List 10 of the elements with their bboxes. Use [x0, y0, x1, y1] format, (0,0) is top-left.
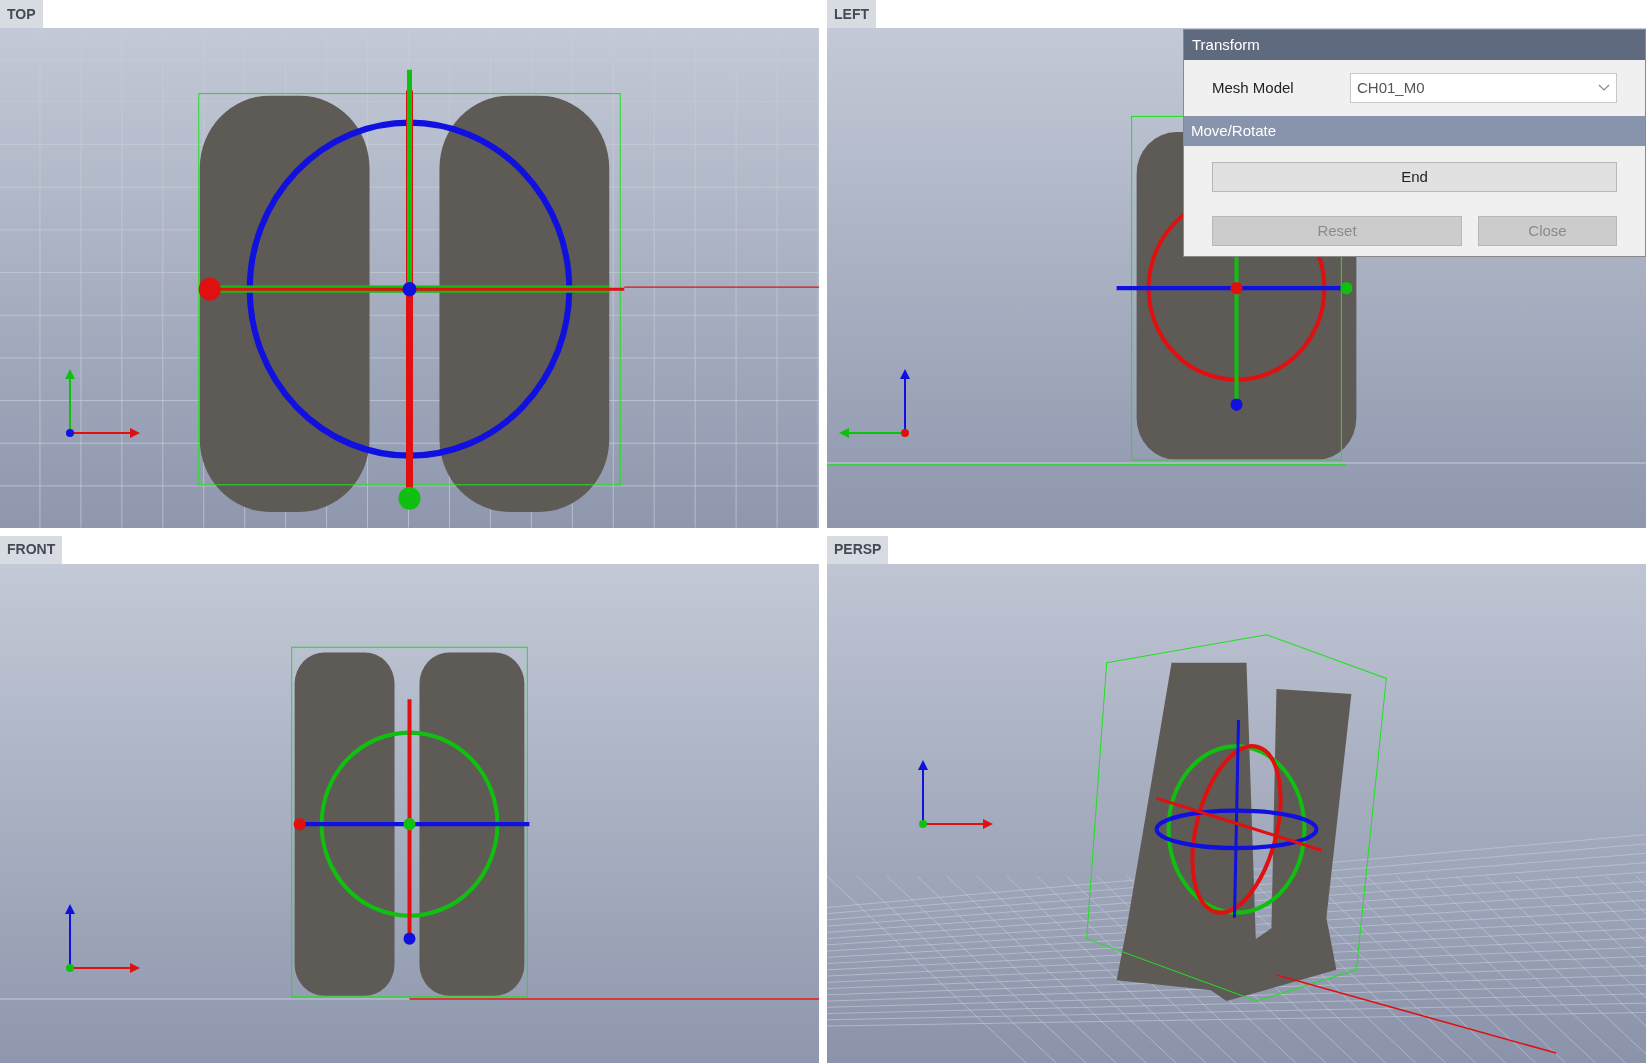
panel-button[interactable]: End	[1212, 162, 1617, 192]
chevron-down-icon	[1598, 84, 1610, 92]
viewport-label[interactable]: PERSP	[827, 535, 889, 564]
panel-title: Transform	[1192, 34, 1260, 55]
section-header: Move/Rotate	[1191, 120, 1277, 141]
mesh-model-dropdown[interactable]: CH01_M0	[1350, 73, 1617, 103]
viewport-label[interactable]: FRONT	[0, 535, 63, 564]
viewport-label[interactable]: LEFT	[827, 0, 876, 28]
field-label: Mesh Model	[1212, 77, 1295, 98]
viewport-label[interactable]: TOP	[0, 0, 43, 28]
